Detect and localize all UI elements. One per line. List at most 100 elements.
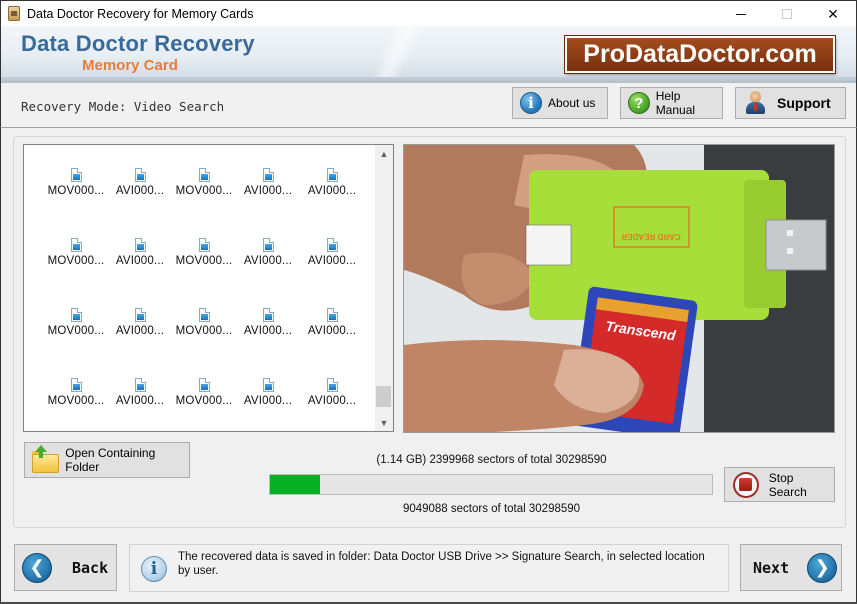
close-icon: ✕ [827, 5, 839, 22]
video-file-icon [134, 168, 146, 182]
progress-status-total: 9049088 sectors of total 30298590 [402, 503, 581, 515]
window-controls: ✕ [718, 1, 856, 27]
info-icon: i [520, 92, 542, 114]
save-location-text: The recovered data is saved in folder: D… [178, 551, 705, 577]
chevron-down-icon: ▼ [379, 417, 389, 428]
file-item[interactable]: AVI000... [300, 238, 364, 278]
window-title: Data Doctor Recovery for Memory Cards [27, 6, 254, 21]
file-item[interactable]: MOV000... [172, 378, 236, 418]
video-file-icon [198, 378, 210, 392]
file-item[interactable]: AVI000... [108, 168, 172, 208]
file-item[interactable]: AVI000... [300, 308, 364, 348]
file-item[interactable]: MOV000... [44, 238, 108, 278]
file-item[interactable]: MOV000... [44, 378, 108, 418]
app-icon [8, 6, 20, 21]
video-file-icon [262, 378, 274, 392]
file-name: AVI000... [307, 255, 357, 267]
file-name: AVI000... [115, 255, 165, 267]
stop-search-button[interactable]: Stop Search [724, 467, 835, 502]
video-file-icon [262, 238, 274, 252]
file-item[interactable]: MOV000... [172, 308, 236, 348]
search-progress-bar [269, 474, 713, 495]
about-us-button[interactable]: i About us [512, 87, 608, 119]
scroll-up-button[interactable]: ▲ [375, 145, 393, 162]
file-name: AVI000... [243, 185, 293, 197]
open-containing-folder-button[interactable]: Open Containing Folder [24, 442, 190, 478]
next-label: Next [753, 558, 790, 577]
video-file-icon [326, 168, 338, 182]
header-banner: Data Doctor Recovery Memory Card ProData… [0, 26, 857, 83]
file-name: AVI000... [115, 185, 165, 197]
open-folder-label: Open Containing Folder [65, 446, 156, 474]
file-name: MOV000... [175, 395, 233, 407]
file-name: AVI000... [115, 325, 165, 337]
progress-status-current: (1.14 GB) 2399968 sectors of total 30298… [376, 454, 607, 466]
folder-open-icon [32, 445, 59, 474]
date-sticker [525, 224, 572, 266]
file-name: MOV000... [47, 325, 105, 337]
video-file-icon [326, 238, 338, 252]
next-button[interactable]: Next ❯ [740, 544, 842, 591]
help-manual-button[interactable]: ? Help Manual [620, 87, 723, 119]
minimize-button[interactable] [718, 1, 764, 27]
file-item[interactable]: AVI000... [108, 308, 172, 348]
video-file-icon [198, 308, 210, 322]
file-item[interactable]: MOV000... [172, 238, 236, 278]
file-item[interactable]: AVI000... [108, 238, 172, 278]
card-reader-illustration: CARD READER Transcend [404, 145, 834, 432]
recovered-files-list[interactable]: MOV000... AVI000... MOV000... AVI000... AVI0… [23, 144, 394, 432]
file-item[interactable]: AVI000... [300, 378, 364, 418]
back-button[interactable]: ❮ Back [14, 544, 117, 591]
support-button[interactable]: Support [735, 87, 846, 119]
file-name: AVI000... [243, 325, 293, 337]
help-icon: ? [628, 92, 650, 114]
support-person-icon [745, 91, 767, 115]
file-item[interactable]: MOV000... [172, 168, 236, 208]
scroll-thumb[interactable] [376, 386, 391, 407]
file-item[interactable]: AVI000... [236, 238, 300, 278]
file-item[interactable]: AVI000... [108, 378, 172, 418]
usb-plug [765, 219, 827, 271]
file-item[interactable]: AVI000... [236, 378, 300, 418]
usb-hole [787, 230, 793, 236]
file-name: MOV000... [175, 255, 233, 267]
file-name: AVI000... [243, 395, 293, 407]
file-item[interactable]: AVI000... [236, 308, 300, 348]
help-manual-label: Help Manual [655, 89, 696, 117]
video-file-icon [198, 238, 210, 252]
file-name: AVI000... [307, 325, 357, 337]
file-name: MOV000... [47, 185, 105, 197]
video-file-icon [134, 308, 146, 322]
file-name: MOV000... [175, 185, 233, 197]
reader-label: CARD READER [621, 232, 680, 241]
video-file-icon [198, 168, 210, 182]
video-file-icon [326, 308, 338, 322]
chevron-up-icon: ▲ [379, 148, 389, 159]
file-item[interactable]: AVI000... [236, 168, 300, 208]
video-file-icon [134, 378, 146, 392]
about-us-label: About us [548, 96, 596, 110]
vertical-scrollbar[interactable]: ▲ ▼ [375, 145, 393, 431]
maximize-button[interactable] [764, 1, 810, 27]
video-file-icon [262, 308, 274, 322]
save-location-info: i The recovered data is saved in folder:… [129, 544, 729, 592]
file-name: MOV000... [47, 395, 105, 407]
file-item[interactable]: MOV000... [44, 168, 108, 208]
title-bar: Data Doctor Recovery for Memory Cards ✕ [0, 0, 857, 26]
info-icon: i [141, 556, 167, 582]
file-item[interactable]: AVI000... [300, 168, 364, 208]
video-file-icon [70, 308, 82, 322]
usb-hole [787, 248, 793, 254]
prodatadoctor-logo[interactable]: ProDataDoctor.com [564, 35, 836, 74]
file-name: AVI000... [307, 185, 357, 197]
video-file-icon [262, 168, 274, 182]
maximize-icon [782, 9, 792, 19]
scroll-down-button[interactable]: ▼ [375, 414, 393, 431]
file-item[interactable]: MOV000... [44, 308, 108, 348]
file-name: AVI000... [243, 255, 293, 267]
mode-bar: Recovery Mode: Video Search i About us ?… [0, 83, 857, 128]
video-file-icon [134, 238, 146, 252]
video-file-icon [70, 168, 82, 182]
close-button[interactable]: ✕ [810, 1, 856, 27]
video-file-icon [326, 378, 338, 392]
